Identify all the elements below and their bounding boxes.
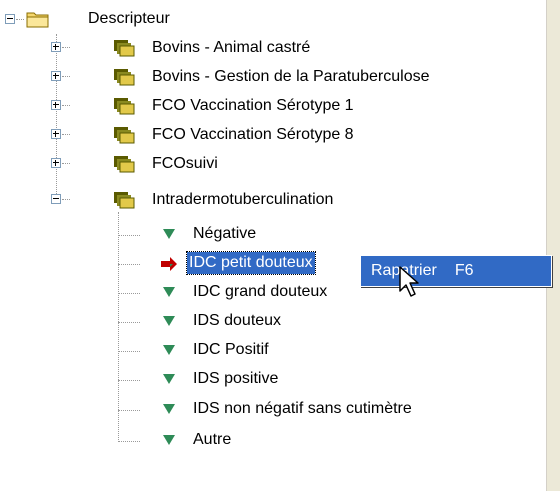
tree-child-label[interactable]: Autre <box>191 429 233 451</box>
expand-toggle-group-2[interactable] <box>51 71 61 81</box>
green-triangle-icon <box>163 287 175 297</box>
tree-child-label[interactable]: IDC grand douteux <box>191 281 329 303</box>
tree-child-label[interactable]: Négative <box>191 223 258 245</box>
tree-child-label[interactable]: IDS douteux <box>191 310 283 332</box>
tree-group-label[interactable]: FCO Vaccination Sérotype 1 <box>150 95 356 117</box>
collapse-toggle-root[interactable] <box>5 14 15 24</box>
descriptor-tree[interactable]: Descripteur Bovins - Animal castré Bovin… <box>0 0 546 491</box>
folder-stack-icon <box>114 156 135 173</box>
mouse-cursor-icon <box>399 266 419 297</box>
green-triangle-icon <box>163 435 175 445</box>
scrollbar-edge[interactable] <box>546 0 560 491</box>
tree-child-label-selected[interactable]: IDC petit douteux <box>186 251 316 275</box>
expand-toggle-group-4[interactable] <box>51 129 61 139</box>
green-triangle-icon <box>163 345 175 355</box>
tree-root-label[interactable]: Descripteur <box>86 8 172 30</box>
tree-group-label[interactable]: Bovins - Gestion de la Paratuberculose <box>150 66 431 88</box>
expand-toggle-group-5[interactable] <box>51 158 61 168</box>
tree-group-label[interactable]: Bovins - Animal castré <box>150 37 312 59</box>
folder-stack-icon <box>114 127 135 144</box>
folder-open-icon <box>26 12 49 28</box>
tree-group-label[interactable]: FCO Vaccination Sérotype 8 <box>150 124 356 146</box>
collapse-toggle-group-6[interactable] <box>51 194 61 204</box>
tree-group-label[interactable]: Intradermotuberculination <box>150 189 335 211</box>
green-triangle-icon <box>163 316 175 326</box>
folder-stack-icon <box>114 98 135 115</box>
green-triangle-icon <box>163 374 175 384</box>
expand-toggle-group-1[interactable] <box>51 42 61 52</box>
red-green-arrow-icon <box>161 257 177 271</box>
tree-group-label[interactable]: FCOsuivi <box>150 153 220 175</box>
folder-stack-icon <box>114 192 135 209</box>
folder-stack-icon <box>114 40 135 57</box>
tree-child-label[interactable]: IDC Positif <box>191 339 271 361</box>
green-triangle-icon <box>163 404 175 414</box>
tree-child-label[interactable]: IDS non négatif sans cutimètre <box>191 398 414 420</box>
tree-child-label[interactable]: IDS positive <box>191 368 280 390</box>
menu-item-shortcut: F6 <box>454 262 474 279</box>
expand-toggle-group-3[interactable] <box>51 100 61 110</box>
folder-stack-icon <box>114 69 135 86</box>
green-triangle-icon <box>163 229 175 239</box>
context-menu: RapatrierF6 <box>360 255 552 287</box>
